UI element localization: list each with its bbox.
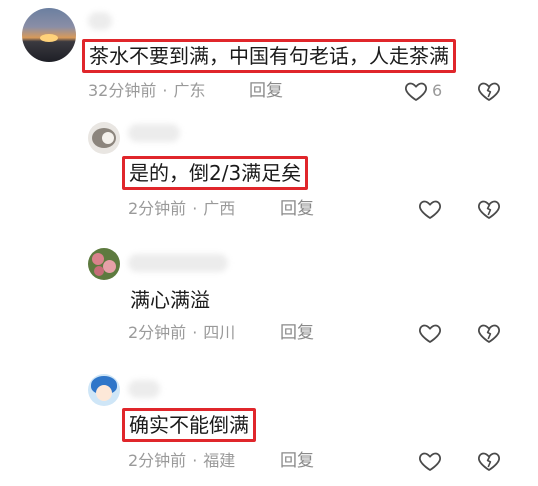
broken-heart-icon[interactable] <box>477 79 501 107</box>
comment-time: 2分钟前 <box>128 199 187 218</box>
flower-blossom <box>92 253 104 265</box>
username-blurred[interactable] <box>128 124 180 142</box>
cartoon-face <box>96 385 112 401</box>
comment-location: 广东 <box>173 81 206 100</box>
reply-button[interactable]: 回复 <box>280 198 314 220</box>
heart-outline-icon[interactable] <box>418 197 442 225</box>
broken-heart-icon[interactable] <box>477 321 501 349</box>
username-blurred[interactable] <box>128 380 160 398</box>
username-blurred[interactable] <box>128 254 228 272</box>
sun-glow <box>40 34 58 42</box>
meta-separator: · <box>192 323 198 342</box>
comment-time: 32分钟前 <box>88 81 157 100</box>
comment-text: 茶水不要到满，中国有句老话，人走茶满 <box>82 39 456 73</box>
avatar[interactable] <box>88 122 120 154</box>
meta-separator: · <box>162 81 168 100</box>
comment-meta: 2分钟前 · 福建 <box>128 450 235 472</box>
comment-text: 满心满溢 <box>130 288 210 312</box>
username-blurred[interactable] <box>88 12 112 30</box>
avatar[interactable] <box>22 8 76 62</box>
comment-location: 广西 <box>203 199 236 218</box>
cat-patch <box>102 132 114 144</box>
like-count: 6 <box>432 81 443 100</box>
heart-outline-icon[interactable] <box>404 79 428 107</box>
avatar[interactable] <box>88 374 120 406</box>
comment-time: 2分钟前 <box>128 451 187 470</box>
comment-meta: 32分钟前 · 广东 <box>88 80 205 102</box>
meta-separator: · <box>192 451 198 470</box>
avatar[interactable] <box>88 248 120 280</box>
comment-meta: 2分钟前 · 广西 <box>128 198 235 220</box>
heart-outline-icon[interactable] <box>418 449 442 477</box>
flower-blossom <box>103 260 116 273</box>
comment-text: 是的，倒2/3满足矣 <box>122 156 309 190</box>
reply-button[interactable]: 回复 <box>280 322 314 344</box>
broken-heart-icon[interactable] <box>477 449 501 477</box>
comment-location: 四川 <box>203 323 236 342</box>
heart-outline-icon[interactable] <box>418 321 442 349</box>
comment-meta: 2分钟前 · 四川 <box>128 322 235 344</box>
comment-location: 福建 <box>203 451 236 470</box>
reply-button[interactable]: 回复 <box>249 80 283 102</box>
broken-heart-icon[interactable] <box>477 197 501 225</box>
meta-separator: · <box>192 199 198 218</box>
comment-text: 确实不能倒满 <box>122 408 256 442</box>
comment-time: 2分钟前 <box>128 323 187 342</box>
reply-button[interactable]: 回复 <box>280 450 314 472</box>
flower-blossom <box>94 266 104 276</box>
